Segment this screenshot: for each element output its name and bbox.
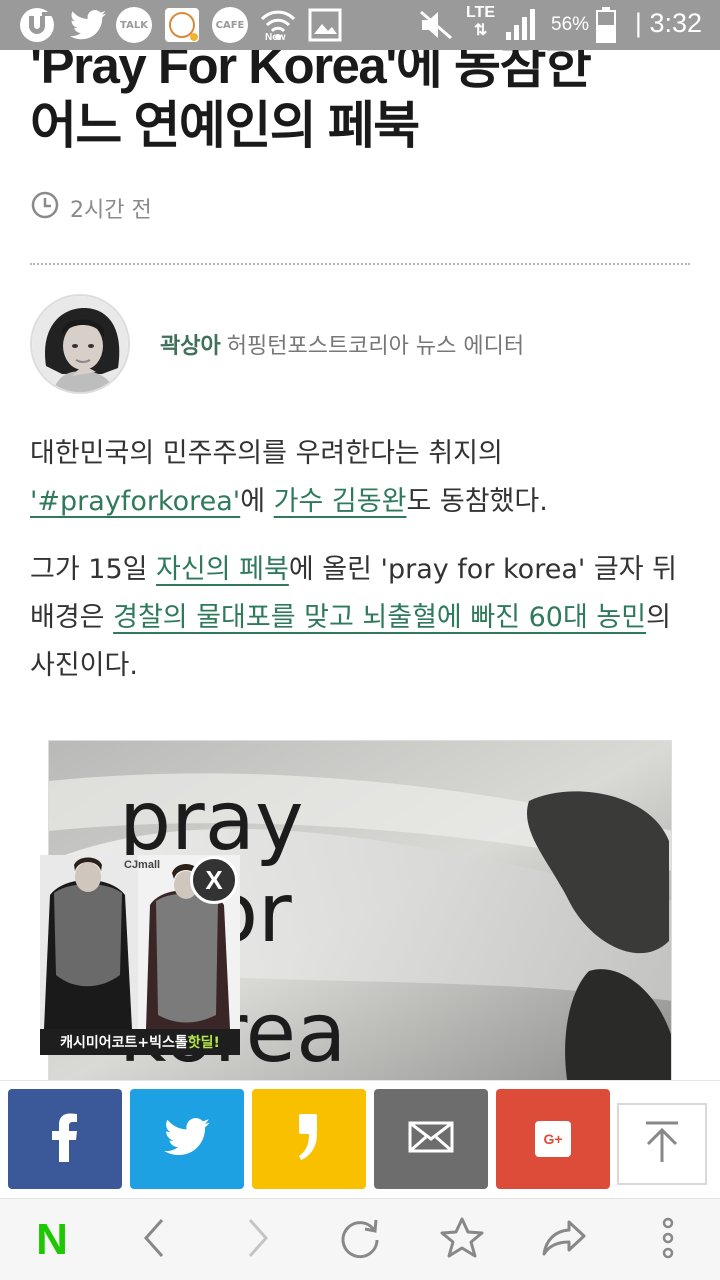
paragraph-text: 도 동참했다. — [406, 486, 548, 517]
star-icon — [439, 1216, 485, 1264]
back-button[interactable] — [114, 1199, 194, 1280]
app-icon — [164, 7, 200, 43]
gallery-icon — [308, 7, 342, 43]
svg-text:New: New — [265, 32, 286, 43]
chevron-right-icon — [246, 1218, 270, 1262]
singer-link[interactable]: 가수 김동완 — [274, 486, 407, 517]
share-kakaostory-button[interactable] — [252, 1089, 366, 1189]
status-bar: TALK CAFE New LTE ⇅ 56% | 3:32 — [0, 0, 720, 50]
naver-logo-icon: N — [36, 1215, 68, 1264]
u-plus-icon — [18, 7, 56, 43]
arrow-up-icon — [642, 1120, 682, 1168]
reload-button[interactable] — [320, 1199, 400, 1280]
share-arrow-icon — [541, 1218, 587, 1262]
share-page-button[interactable] — [524, 1199, 604, 1280]
scroll-to-top-button[interactable] — [617, 1103, 707, 1185]
google-plus-icon: G+ — [535, 1121, 571, 1157]
article-headline: 'Pray For Korea'에 동참한 어느 연예인의 페북 — [30, 36, 690, 156]
signal-icon — [504, 7, 540, 43]
article-paragraph-1: 대한민국의 민주주의를 우려한다는 취지의 '#prayforkorea'에 가수… — [30, 430, 690, 526]
share-google-plus-button[interactable]: G+ — [496, 1089, 610, 1189]
facebook-post-link[interactable]: 자신의 페북 — [156, 554, 289, 585]
ad-close-button[interactable]: X — [190, 856, 238, 904]
more-vertical-icon — [662, 1217, 674, 1263]
kakaotalk-icon: TALK — [116, 7, 152, 43]
paragraph-text: 대한민국의 민주주의를 우려한다는 취지의 — [30, 438, 503, 469]
mute-icon — [418, 7, 454, 43]
bookmark-button[interactable] — [422, 1199, 502, 1280]
publish-time: 2시간 전 — [70, 198, 152, 223]
clock: | 3:32 — [634, 8, 702, 38]
share-facebook-button[interactable] — [8, 1089, 122, 1189]
twitter-icon — [164, 1118, 210, 1160]
wifi-new-icon: New — [258, 7, 298, 43]
ad-caption[interactable]: 캐시미어코트+빅스톨 핫딜! — [40, 1029, 240, 1055]
naver-home-button[interactable]: N — [12, 1199, 92, 1280]
author-info: 곽상아 허핑턴포스트코리아 뉴스 에디터 — [160, 328, 524, 360]
email-icon — [408, 1121, 454, 1157]
cafe-label: CAFE — [212, 7, 248, 43]
ad-caption-main: 캐시미어코트+빅스톨 — [60, 1035, 188, 1051]
headline-line-2: 어느 연예인의 페북 — [30, 97, 420, 154]
kakaotalk-label: TALK — [116, 7, 152, 43]
paragraph-text: 에 — [240, 486, 274, 517]
network-type: LTE ⇅ — [466, 4, 496, 39]
kakaostory-icon — [297, 1112, 321, 1166]
battery-percent: 56% — [551, 14, 590, 35]
facebook-icon — [50, 1112, 80, 1166]
share-email-button[interactable] — [374, 1089, 488, 1189]
reload-icon — [338, 1216, 382, 1264]
author-role: 허핑턴포스트코리아 뉴스 에디터 — [226, 334, 525, 359]
chevron-left-icon — [142, 1218, 166, 1262]
battery-icon — [596, 7, 616, 43]
share-twitter-button[interactable] — [130, 1089, 244, 1189]
kakao-cafe-icon: CAFE — [212, 7, 248, 43]
prayforkorea-link[interactable]: '#prayforkorea' — [30, 486, 240, 517]
author-block[interactable]: 곽상아 허핑턴포스트코리아 뉴스 에디터 — [30, 294, 524, 394]
clock-icon — [30, 190, 60, 226]
twitter-icon — [70, 7, 106, 43]
ad-caption-highlight: 핫딜! — [187, 1035, 220, 1051]
paragraph-text: 그가 15일 — [30, 554, 157, 585]
article-meta: 2시간 전 — [30, 190, 152, 226]
author-avatar[interactable] — [30, 294, 130, 394]
article-paragraph-2: 그가 15일 자신의 페북에 올린 'pray for korea' 글자 뒤 … — [30, 546, 690, 690]
browser-toolbar: N — [0, 1198, 720, 1280]
author-name[interactable]: 곽상아 — [160, 334, 221, 359]
farmer-photo-link[interactable]: 경찰의 물대포를 맞고 뇌출혈에 빠진 60대 농민 — [113, 602, 646, 633]
more-menu-button[interactable] — [628, 1199, 708, 1280]
share-bar: G+ — [0, 1080, 720, 1198]
divider — [30, 263, 690, 265]
forward-button[interactable] — [218, 1199, 298, 1280]
ad-brand: CJmall — [124, 859, 161, 871]
